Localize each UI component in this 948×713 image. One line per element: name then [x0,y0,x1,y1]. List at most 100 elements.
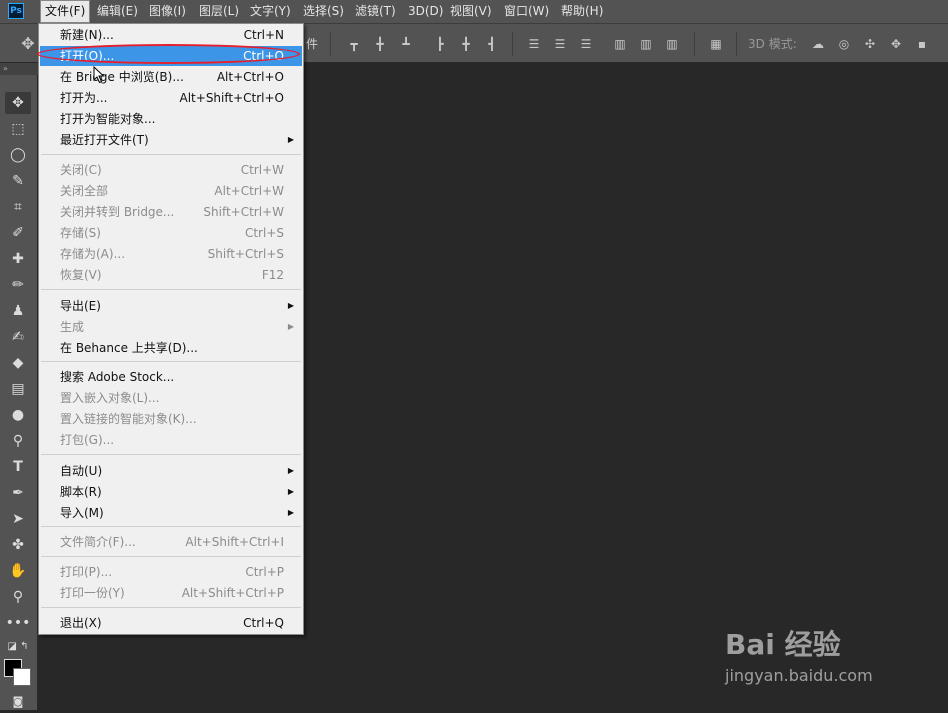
align-vertical-center-icon[interactable]: ╋ [372,36,388,52]
menu-item-automate[interactable]: 自动(U) ▶ [40,461,302,481]
gradient-tool-icon[interactable]: ▤ [5,378,31,400]
menu-bar: Ps 文件(F) 编辑(E) 图像(I) 图层(L) 文字(Y) 选择(S) 滤… [0,0,948,23]
align-left-icon[interactable]: ┣ [432,36,448,52]
menu-item-new[interactable]: 新建(N)... Ctrl+N [40,25,302,45]
align-bottom-icon[interactable]: ┻ [398,36,414,52]
brush-tool-icon[interactable]: ✏ [5,274,31,296]
menu-item-import[interactable]: 导入(M) ▶ [40,503,302,523]
menu-item-open-as[interactable]: 打开为... Alt+Shift+Ctrl+O [40,88,302,108]
menu-item-print-one-copy[interactable]: 打印一份(Y) Alt+Shift+Ctrl+P [40,583,302,603]
menu-image[interactable]: 图像(I) [145,0,190,23]
distribute-top-icon[interactable]: ☰ [526,36,542,52]
menu-item-shortcut: Ctrl+Q [243,616,284,630]
history-brush-tool-icon[interactable]: ✍ [5,326,31,348]
menu-item-close[interactable]: 关闭(C) Ctrl+W [40,160,302,180]
menu-select[interactable]: 选择(S) [299,0,348,23]
default-colors-icon[interactable]: ◪ ↰ [5,636,31,658]
menu-file[interactable]: 文件(F) [40,0,91,23]
blur-tool-icon[interactable]: ● [5,404,31,426]
options-divider [330,32,331,56]
baidu-jingyan-watermark: Bai 经验 jingyan.baidu.com [725,608,925,688]
menu-item-place-embedded[interactable]: 置入嵌入对象(L)... [40,388,302,408]
menu-item-label: 存储为(A)... [60,247,126,261]
menu-item-search-adobe-stock[interactable]: 搜索 Adobe Stock... [40,367,302,387]
menu-item-label: 打开为... [60,91,108,105]
menu-item-revert[interactable]: 恢复(V) F12 [40,265,302,285]
pen-tool-icon[interactable]: ✒ [5,482,31,504]
distribute-vertical-center-icon[interactable]: ☰ [552,36,568,52]
menu-item-print[interactable]: 打印(P)... Ctrl+P [40,562,302,582]
menu-separator [41,526,301,527]
move-tool-icon[interactable]: ✥ [20,36,36,52]
menu-layer[interactable]: 图层(L) [195,0,243,23]
distribute-horizontal-center-icon[interactable]: ▥ [638,36,654,52]
align-top-icon[interactable]: ┳ [346,36,362,52]
menu-item-close-all[interactable]: 关闭全部 Alt+Ctrl+W [40,181,302,201]
menu-item-close-and-go-to-bridge[interactable]: 关闭并转到 Bridge... Shift+Ctrl+W [40,202,302,222]
menu-item-export[interactable]: 导出(E) ▶ [40,296,302,316]
menu-item-share-on-behance[interactable]: 在 Behance 上共享(D)... [40,338,302,358]
tools-panel-collapse-icon[interactable]: » [0,63,38,75]
menu-item-file-info[interactable]: 文件简介(F)... Alt+Shift+Ctrl+I [40,532,302,552]
submenu-arrow-icon: ▶ [287,135,294,144]
menu-item-scripts[interactable]: 脚本(R) ▶ [40,482,302,502]
menu-item-label: 打包(G)... [60,433,115,447]
edit-toolbar-icon[interactable]: ••• [5,612,31,634]
menu-item-label: 生成 [60,320,85,334]
options-divider [512,32,513,56]
menu-item-open-as-smart-object[interactable]: 打开为智能对象... [40,109,302,129]
eraser-tool-icon[interactable]: ◆ [5,352,31,374]
menu-item-package[interactable]: 打包(G)... [40,430,302,450]
menu-item-browse-in-bridge[interactable]: 在 Bridge 中浏览(B)... Alt+Ctrl+O [40,67,302,87]
menu-item-label: 导出(E) [60,299,101,313]
menu-edit[interactable]: 编辑(E) [93,0,142,23]
menu-item-label: 关闭并转到 Bridge... [60,205,175,219]
hand-tool-icon[interactable]: ✋ [5,560,31,582]
menu-3d[interactable]: 3D(D) [404,0,447,23]
menu-window[interactable]: 窗口(W) [500,0,553,23]
healing-brush-tool-icon[interactable]: ✚ [5,248,31,270]
3d-roll-icon[interactable]: ◎ [836,36,852,52]
menu-item-exit[interactable]: 退出(X) Ctrl+Q [40,613,302,633]
zoom-tool-icon[interactable]: ⚲ [5,586,31,608]
3d-slide-icon[interactable]: ✥ [888,36,904,52]
menu-item-save-as[interactable]: 存储为(A)... Shift+Ctrl+S [40,244,302,264]
menu-item-open-recent[interactable]: 最近打开文件(T) ▶ [40,130,302,150]
submenu-arrow-icon: ▶ [287,322,294,331]
crop-tool-icon[interactable]: ⌗ [5,196,31,218]
menu-view[interactable]: 视图(V) [446,0,496,23]
move-tool-icon[interactable]: ✥ [5,92,31,114]
menu-item-save[interactable]: 存储(S) Ctrl+S [40,223,302,243]
eyedropper-tool-icon[interactable]: ✐ [5,222,31,244]
auto-align-layers-icon[interactable]: ▦ [708,36,724,52]
align-right-icon[interactable]: ┫ [484,36,500,52]
menu-item-shortcut: Alt+Shift+Ctrl+P [181,586,284,600]
menu-type[interactable]: 文字(Y) [246,0,295,23]
3d-pan-icon[interactable]: ✣ [862,36,878,52]
type-tool-icon[interactable]: T [5,456,31,478]
3d-orbit-icon[interactable]: ☁ [810,36,826,52]
3d-scale-icon[interactable]: ▪ [914,36,930,52]
mouse-cursor-icon [93,66,105,84]
menu-item-place-linked[interactable]: 置入链接的智能对象(K)... [40,409,302,429]
photoshop-logo-icon: Ps [8,3,24,19]
align-horizontal-center-icon[interactable]: ╋ [458,36,474,52]
dodge-tool-icon[interactable]: ⚲ [5,430,31,452]
distribute-bottom-icon[interactable]: ☰ [578,36,594,52]
distribute-right-icon[interactable]: ▥ [664,36,680,52]
path-selection-tool-icon[interactable]: ➤ [5,508,31,530]
marquee-tool-icon[interactable]: ⬚ [5,118,31,140]
menu-item-generate[interactable]: 生成 ▶ [40,317,302,337]
quick-selection-tool-icon[interactable]: ✎ [5,170,31,192]
menu-separator [41,556,301,557]
lasso-tool-icon[interactable]: ◯ [5,144,31,166]
background-color-swatch[interactable] [13,668,31,686]
distribute-left-icon[interactable]: ▥ [612,36,628,52]
menu-item-label: 在 Behance 上共享(D)... [60,341,198,355]
menu-item-shortcut: Ctrl+N [243,28,284,42]
menu-filter[interactable]: 滤镜(T) [351,0,400,23]
custom-shape-tool-icon[interactable]: ✤ [5,534,31,556]
menu-item-label: 存储(S) [60,226,101,240]
clone-stamp-tool-icon[interactable]: ♟ [5,300,31,322]
menu-help[interactable]: 帮助(H) [557,0,607,23]
